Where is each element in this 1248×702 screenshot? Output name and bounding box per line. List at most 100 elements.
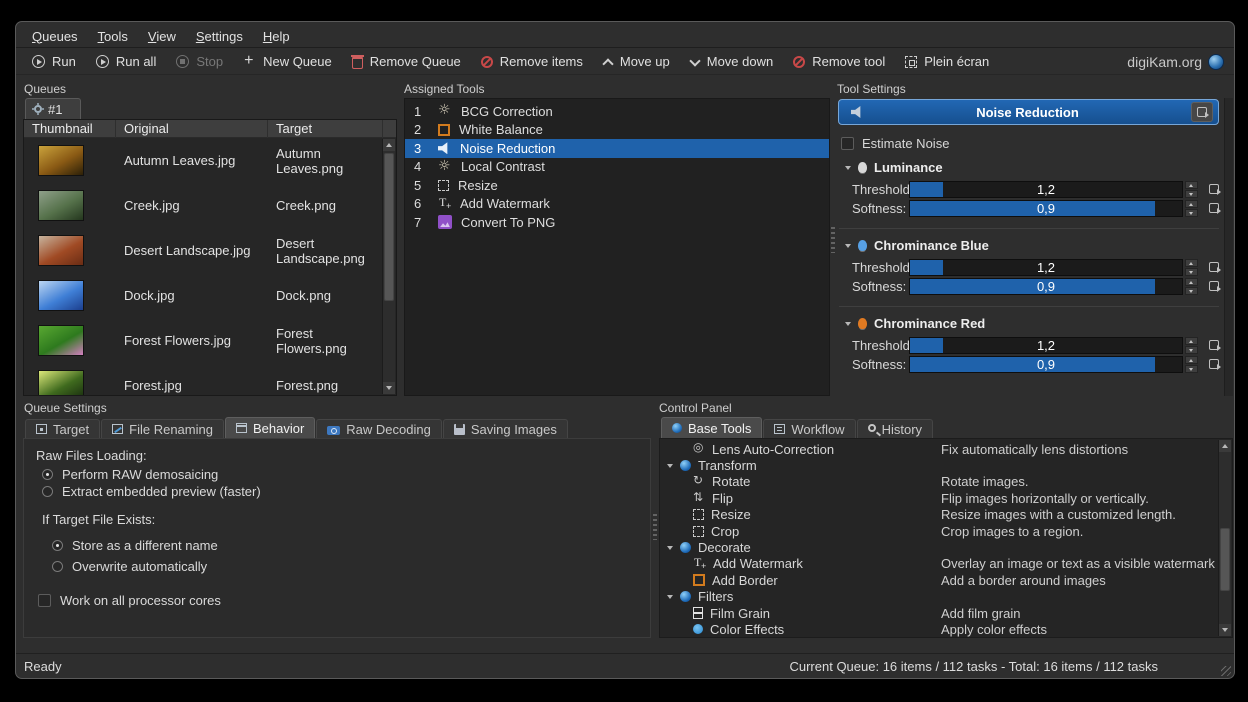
- slider-track[interactable]: 1,2: [909, 259, 1183, 276]
- reset-default-icon[interactable]: [1209, 203, 1219, 213]
- new-queue-button[interactable]: New Queue: [233, 51, 342, 72]
- spin-up-icon[interactable]: [1185, 356, 1198, 364]
- spin-down-icon[interactable]: [1185, 209, 1198, 217]
- assigned-tool-convert-to-png[interactable]: 7Convert To PNG: [405, 213, 829, 232]
- collapse-arrow-icon[interactable]: [667, 464, 673, 468]
- tree-item-filters[interactable]: Filters: [660, 589, 1219, 605]
- splitter-handle[interactable]: [831, 227, 835, 253]
- reset-default-icon[interactable]: [1209, 281, 1219, 291]
- tab-saving-images[interactable]: Saving Images: [443, 419, 568, 438]
- slider-track[interactable]: 0,9: [909, 278, 1183, 295]
- reset-default-icon[interactable]: [1209, 184, 1219, 194]
- slider-track[interactable]: 0,9: [909, 356, 1183, 373]
- assigned-tool-resize[interactable]: 5Resize: [405, 176, 829, 195]
- remove-queue-button[interactable]: Remove Queue: [342, 51, 471, 72]
- splitter-handle[interactable]: [653, 514, 657, 540]
- assigned-tool-bcg-correction[interactable]: 1BCG Correction: [405, 102, 829, 121]
- column-header-target[interactable]: Target: [268, 120, 383, 138]
- tab-behavior[interactable]: Behavior: [225, 417, 315, 438]
- tree-item-lens-auto-correction[interactable]: Lens Auto-CorrectionFix automatically le…: [660, 441, 1219, 457]
- slider-track[interactable]: 1,2: [909, 181, 1183, 198]
- run-button[interactable]: Run: [22, 51, 86, 72]
- collapse-arrow-icon[interactable]: [845, 322, 851, 326]
- assigned-tool-noise-reduction[interactable]: 3Noise Reduction: [405, 139, 829, 158]
- radio-perform-raw-demosaicing[interactable]: Perform RAW demosaicing: [42, 466, 650, 483]
- control-panel-scrollbar[interactable]: [1218, 440, 1231, 636]
- tab-file-renaming[interactable]: File Renaming: [101, 419, 224, 438]
- estimate-noise-checkbox[interactable]: Estimate Noise: [841, 136, 1233, 151]
- queue-item-row[interactable]: Autumn Leaves.jpgAutumn Leaves.png: [24, 138, 383, 183]
- assigned-tool-add-watermark[interactable]: 6Add Watermark: [405, 195, 829, 214]
- tree-item-resize[interactable]: ResizeResize images with a customized le…: [660, 507, 1219, 523]
- reset-default-icon[interactable]: [1209, 359, 1219, 369]
- scroll-up-icon[interactable]: [1219, 440, 1231, 452]
- radio-icon[interactable]: [52, 540, 63, 551]
- menu-view[interactable]: View: [138, 27, 186, 46]
- move-up-button[interactable]: Move up: [593, 51, 680, 72]
- menu-help[interactable]: Help: [253, 27, 300, 46]
- radio-icon[interactable]: [52, 561, 63, 572]
- collapse-arrow-icon[interactable]: [667, 546, 673, 550]
- radio-icon[interactable]: [42, 469, 53, 480]
- tree-item-add-watermark[interactable]: Add WatermarkOverlay an image or text as…: [660, 556, 1219, 572]
- collapse-arrow-icon[interactable]: [845, 244, 851, 248]
- column-header-original[interactable]: Original: [116, 120, 268, 138]
- queue-item-row[interactable]: Dock.jpgDock.png: [24, 273, 383, 318]
- section-header-luminance[interactable]: Luminance: [845, 160, 1233, 175]
- spin-up-icon[interactable]: [1185, 200, 1198, 208]
- spin-down-icon[interactable]: [1185, 346, 1198, 354]
- menu-tools[interactable]: Tools: [88, 27, 138, 46]
- radio-extract-embedded-preview-faster[interactable]: Extract embedded preview (faster): [42, 483, 650, 500]
- scroll-thumb[interactable]: [1220, 528, 1230, 591]
- remove-items-button[interactable]: Remove items: [471, 51, 593, 72]
- tab-workflow[interactable]: Workflow: [763, 419, 855, 438]
- tree-item-flip[interactable]: FlipFlip images horizontally or vertical…: [660, 490, 1219, 506]
- spin-buttons[interactable]: [1185, 356, 1198, 373]
- spin-buttons[interactable]: [1185, 200, 1198, 217]
- scroll-down-icon[interactable]: [1219, 624, 1231, 636]
- checkbox-icon[interactable]: [38, 594, 51, 607]
- radio-overwrite-automatically[interactable]: Overwrite automatically: [52, 556, 650, 577]
- radio-icon[interactable]: [42, 486, 53, 497]
- tree-item-crop[interactable]: CropCrop images to a region.: [660, 523, 1219, 539]
- reset-default-icon[interactable]: [1209, 340, 1219, 350]
- spin-up-icon[interactable]: [1185, 337, 1198, 345]
- queue-tab-1[interactable]: #1: [25, 98, 81, 119]
- tree-item-color-effects[interactable]: Color EffectsApply color effects: [660, 621, 1219, 637]
- tree-item-decorate[interactable]: Decorate: [660, 539, 1219, 555]
- spin-down-icon[interactable]: [1185, 365, 1198, 373]
- digikam-brand-link[interactable]: digiKam.org: [1127, 54, 1224, 70]
- spin-buttons[interactable]: [1185, 337, 1198, 354]
- tab-target[interactable]: Target: [25, 419, 100, 438]
- tree-item-transform[interactable]: Transform: [660, 457, 1219, 473]
- reset-tool-button[interactable]: [1191, 102, 1213, 122]
- queue-item-row[interactable]: Desert Landscape.jpgDesert Landscape.png: [24, 228, 383, 273]
- spin-buttons[interactable]: [1185, 278, 1198, 295]
- queue-item-row[interactable]: Creek.jpgCreek.png: [24, 183, 383, 228]
- tree-item-film-grain[interactable]: Film GrainAdd film grain: [660, 605, 1219, 621]
- scroll-thumb[interactable]: [384, 153, 394, 301]
- work-all-cores-checkbox[interactable]: Work on all processor cores: [38, 593, 650, 608]
- collapse-arrow-icon[interactable]: [845, 166, 851, 170]
- menu-queues[interactable]: Queues: [22, 27, 88, 46]
- spin-up-icon[interactable]: [1185, 181, 1198, 189]
- column-header-thumbnail[interactable]: Thumbnail: [24, 120, 116, 138]
- tree-item-rotate[interactable]: RotateRotate images.: [660, 474, 1219, 490]
- resize-grip[interactable]: [1221, 666, 1231, 676]
- queue-item-row[interactable]: Forest Flowers.jpgForest Flowers.png: [24, 318, 383, 363]
- slider-track[interactable]: 1,2: [909, 337, 1183, 354]
- radio-store-as-a-different-name[interactable]: Store as a different name: [52, 535, 650, 556]
- remove-tool-button[interactable]: Remove tool: [783, 51, 895, 72]
- spin-up-icon[interactable]: [1185, 259, 1198, 267]
- tool-settings-scrollbar[interactable]: [1224, 98, 1233, 396]
- tab-base-tools[interactable]: Base Tools: [661, 417, 762, 438]
- reset-default-icon[interactable]: [1209, 262, 1219, 272]
- spin-buttons[interactable]: [1185, 259, 1198, 276]
- queue-item-row[interactable]: Forest.jpgForest.png: [24, 363, 383, 395]
- spin-down-icon[interactable]: [1185, 190, 1198, 198]
- section-header-chrominance-red[interactable]: Chrominance Red: [845, 316, 1233, 331]
- scroll-up-icon[interactable]: [383, 139, 395, 151]
- tab-raw-decoding[interactable]: Raw Decoding: [316, 419, 442, 438]
- move-down-button[interactable]: Move down: [680, 51, 783, 72]
- run-all-button[interactable]: Run all: [86, 51, 166, 72]
